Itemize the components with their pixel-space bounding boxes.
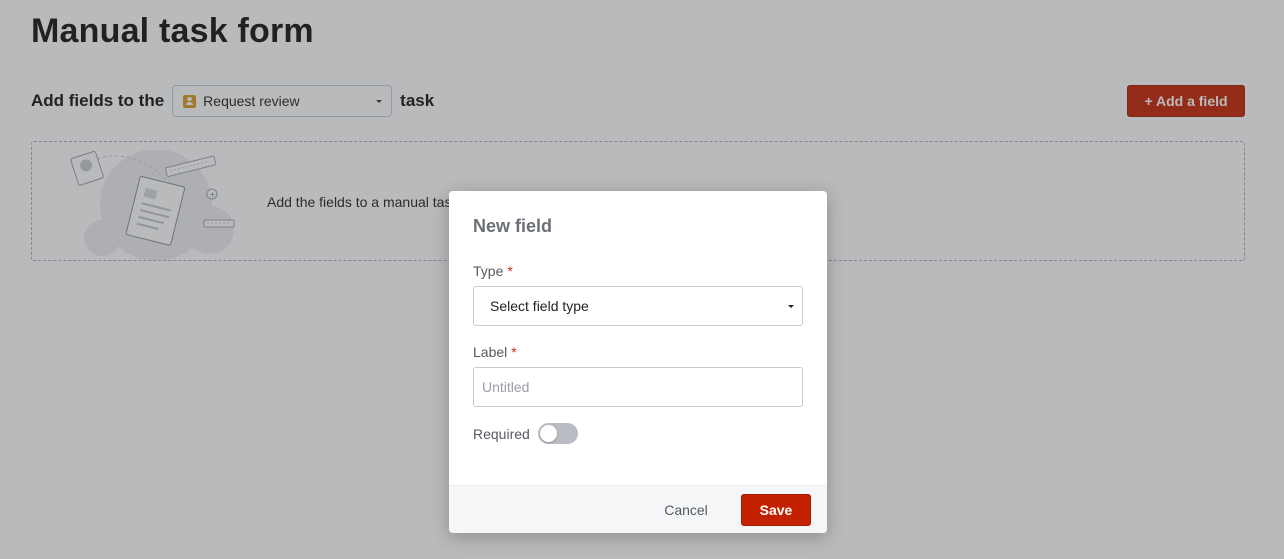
type-label: Type * <box>473 263 513 279</box>
label-input[interactable] <box>473 367 803 407</box>
required-row: Required <box>473 423 578 444</box>
save-button[interactable]: Save <box>741 494 811 526</box>
required-star: * <box>511 344 517 360</box>
field-type-select[interactable]: Select field type <box>473 286 803 326</box>
required-star: * <box>507 263 513 279</box>
chevron-down-icon <box>788 305 794 308</box>
label-label-text: Label <box>473 344 508 360</box>
required-label: Required <box>473 425 530 442</box>
label-label: Label * <box>473 344 517 360</box>
dialog-title: New field <box>473 216 553 236</box>
type-label-text: Type <box>473 263 504 279</box>
toggle-knob <box>539 425 557 442</box>
required-toggle[interactable] <box>537 423 578 444</box>
dialog-footer: Cancel Save <box>449 485 827 533</box>
field-type-value: Select field type <box>490 298 589 314</box>
cancel-button[interactable]: Cancel <box>651 494 721 526</box>
new-field-dialog: New field Type * Select field type Label *… <box>449 191 827 533</box>
